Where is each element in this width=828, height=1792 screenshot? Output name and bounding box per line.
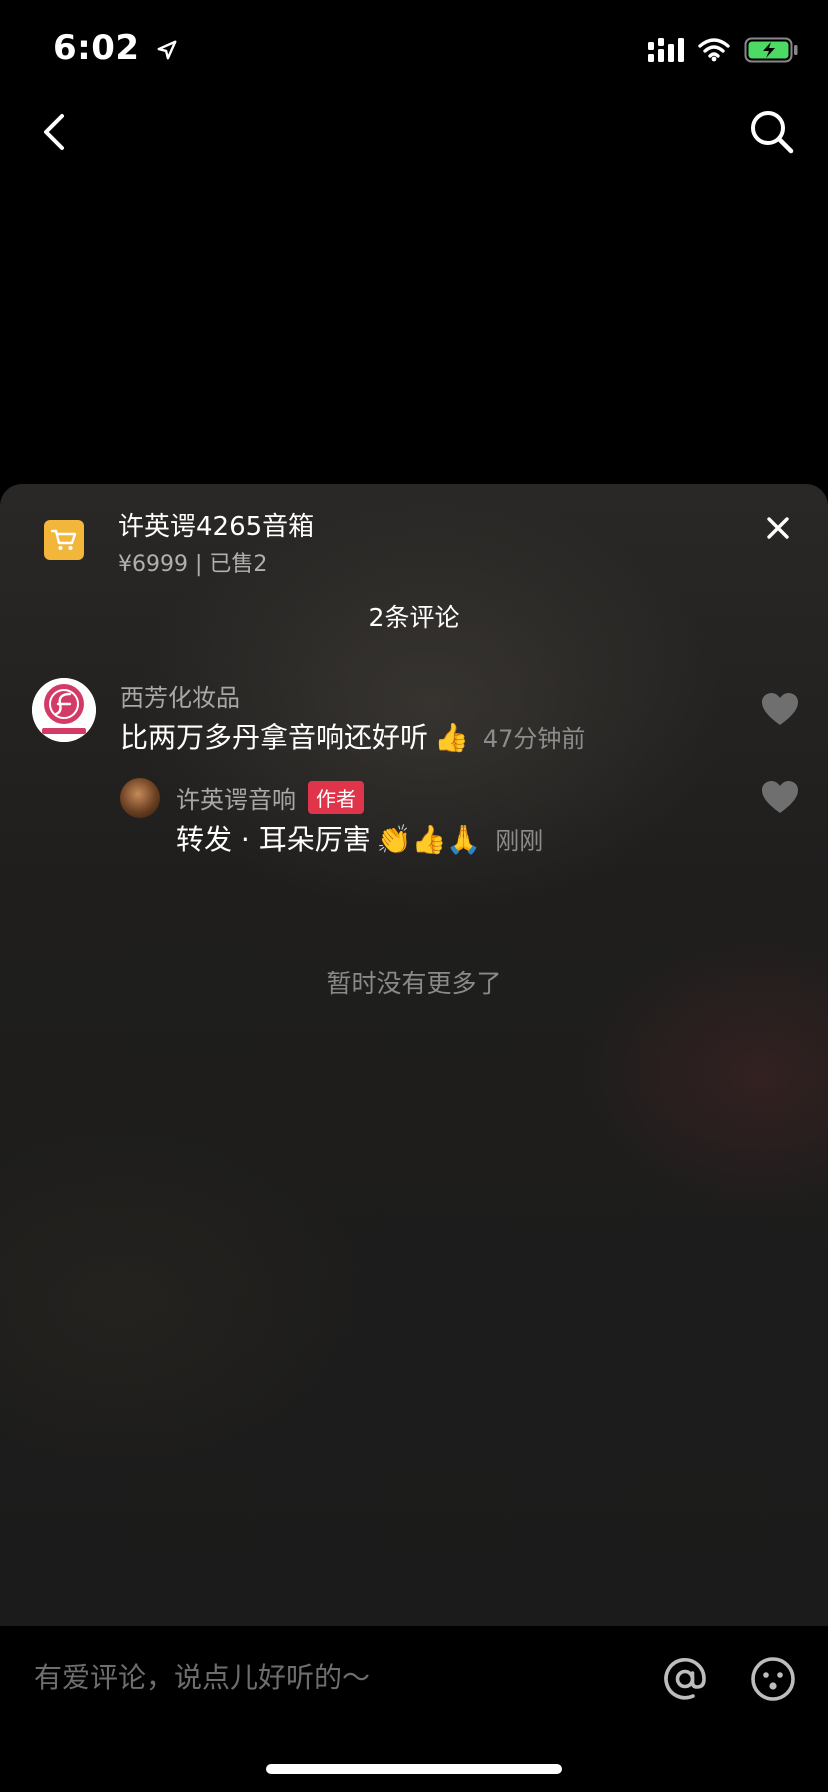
- comment-input-bar: 有爱评论，说点儿好听的～: [0, 1626, 828, 1792]
- heart-icon: [762, 781, 798, 813]
- comment-body: 转发 · 耳朵厉害: [176, 823, 371, 856]
- heart-icon: [762, 693, 798, 725]
- home-indicator[interactable]: [266, 1764, 562, 1774]
- no-more-text: 暂时没有更多了: [326, 969, 502, 998]
- avatar[interactable]: [120, 778, 160, 818]
- comment-username[interactable]: 许英谔音响: [176, 780, 296, 815]
- back-chevron-icon: [44, 114, 64, 150]
- comment-body: 比两万多丹拿音响还好听: [120, 721, 429, 754]
- like-button[interactable]: [760, 778, 800, 818]
- status-icons: [648, 30, 798, 70]
- close-icon: [767, 517, 789, 539]
- comment-emoji: 👏👍🙏: [376, 823, 482, 856]
- comment-time: 47分钟前: [482, 725, 586, 753]
- avatar[interactable]: [32, 678, 96, 742]
- comment-time: 刚刚: [495, 827, 544, 855]
- comment-text: 比两万多丹拿音响还好听 👍 47分钟前: [120, 716, 585, 756]
- back-button[interactable]: [30, 106, 82, 158]
- comment-emoji: 👍: [434, 721, 469, 754]
- product-cart-button[interactable]: [44, 520, 84, 560]
- brand-logo-icon: [32, 678, 96, 742]
- search-button[interactable]: [746, 106, 798, 158]
- at-icon: [664, 1657, 706, 1700]
- wifi-icon: [698, 38, 730, 62]
- comment-input[interactable]: 有爱评论，说点儿好听的～: [34, 1656, 370, 1696]
- signal-icon: [648, 38, 684, 62]
- close-button[interactable]: [758, 508, 798, 548]
- comment-username[interactable]: 西芳化妆品: [120, 678, 240, 713]
- author-badge: 作者: [308, 781, 364, 814]
- comments-sheet: 许英谔4265音箱 ¥6999 | 已售2 2条评论 西芳化妆品 比两万多丹拿音…: [0, 484, 828, 1626]
- product-title[interactable]: 许英谔4265音箱: [118, 506, 314, 543]
- location-arrow-icon: [157, 40, 177, 59]
- like-button[interactable]: [760, 690, 800, 730]
- emoji-icon: [751, 1657, 795, 1701]
- comment-count: 2条评论: [368, 603, 460, 632]
- search-icon: [751, 111, 794, 154]
- battery-icon: [744, 37, 798, 63]
- cart-icon: [51, 529, 77, 550]
- reply-header: 许英谔音响 作者: [176, 780, 364, 815]
- emoji-button[interactable]: [748, 1654, 798, 1704]
- status-time: 6:02: [53, 28, 178, 68]
- comment-text: 转发 · 耳朵厉害 👏👍🙏 刚刚: [176, 818, 543, 858]
- mention-button[interactable]: [660, 1654, 710, 1704]
- product-price-sales: ¥6999 | 已售2: [118, 552, 268, 577]
